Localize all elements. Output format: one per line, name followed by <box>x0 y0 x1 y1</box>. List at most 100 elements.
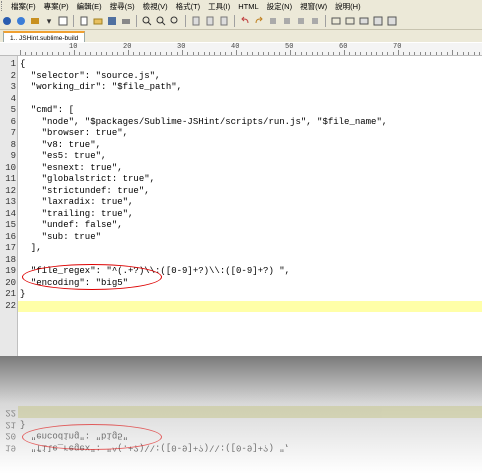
redo-icon[interactable] <box>253 15 265 27</box>
ruler-tick <box>468 52 470 55</box>
code-line[interactable]: 14 "trailing: true", <box>0 209 482 221</box>
menu-help[interactable]: 說明(H) <box>331 1 364 12</box>
editor[interactable]: 1{2 "selector": "source.js", 3 "working_d… <box>0 56 482 356</box>
reflection-annotation-circle <box>22 424 162 450</box>
open-folder-icon[interactable] <box>92 15 104 27</box>
ruler-label: 60 <box>339 43 348 51</box>
menu-settings[interactable]: 設定(N) <box>263 1 296 12</box>
menu-tools[interactable]: 工具(I) <box>204 1 234 12</box>
paste-icon[interactable] <box>295 15 307 27</box>
indent-icon[interactable] <box>204 15 216 27</box>
find-replace-icon[interactable] <box>155 15 167 27</box>
ruler-label: 50 <box>285 43 294 51</box>
ruler-tick <box>435 52 437 55</box>
code-line[interactable]: 7 "browser: true", <box>0 128 482 140</box>
undo-icon[interactable] <box>239 15 251 27</box>
code-text: "es5: true", <box>20 151 107 161</box>
line-numbers-icon[interactable] <box>344 15 356 27</box>
find-icon[interactable] <box>141 15 153 27</box>
ruler-tick <box>198 52 200 55</box>
find-next-icon[interactable] <box>169 15 181 27</box>
cut-icon[interactable] <box>267 15 279 27</box>
code-line[interactable]: 5 "cmd": [ <box>0 105 482 117</box>
code-line[interactable]: 1{ <box>0 59 482 71</box>
menu-edit[interactable]: 編輯(E) <box>73 1 106 12</box>
annotation-circle <box>22 264 162 290</box>
dropdown-icon[interactable]: ▾ <box>43 15 55 27</box>
menu-file[interactable]: 檔案(F) <box>7 1 40 12</box>
toolbar-separator <box>234 14 235 27</box>
code-line[interactable]: 10 "esnext: true", <box>0 163 482 175</box>
ruler-tick <box>441 52 443 55</box>
ruler-tick <box>446 52 448 55</box>
browser-icon[interactable] <box>386 15 398 27</box>
line-number: 18 <box>5 254 16 265</box>
code-line[interactable]: 11 "globalstrict: true", <box>0 174 482 186</box>
open-icon[interactable] <box>15 15 27 27</box>
code-line[interactable]: 4 <box>0 94 482 106</box>
list-icon[interactable] <box>218 15 230 27</box>
ruler-tick <box>371 52 372 55</box>
code-line[interactable]: 12 "strictundef: true", <box>0 186 482 198</box>
ruler-tick <box>462 52 464 55</box>
ruler-label: 30 <box>177 43 186 51</box>
bookmark-icon[interactable] <box>190 15 202 27</box>
ruler-tick <box>376 52 378 55</box>
highlight-icon[interactable] <box>372 15 384 27</box>
code-text: "sub: true" <box>20 231 102 242</box>
ruler-tick <box>403 52 405 55</box>
code-line[interactable]: 9 "es5: true", <box>0 151 482 163</box>
ruler-tick <box>57 52 59 55</box>
code-text: "laxradix: true", <box>20 197 134 207</box>
line-number: 5 <box>10 105 16 115</box>
ruler-tick <box>408 52 410 55</box>
ruler-tick <box>246 52 248 55</box>
menu-search[interactable]: 搜尋(S) <box>106 1 139 12</box>
toolbar-separator <box>325 14 326 27</box>
code-line[interactable]: 21} <box>0 289 482 301</box>
new-file-icon[interactable] <box>1 15 13 27</box>
ruler-tick <box>20 50 21 55</box>
ruler-tick <box>52 52 54 55</box>
save-disk-icon[interactable] <box>106 15 118 27</box>
menu-html[interactable]: HTML <box>234 2 262 11</box>
copy-icon[interactable] <box>281 15 293 27</box>
save-icon[interactable] <box>29 15 41 27</box>
line-number: 6 <box>10 116 16 127</box>
code-line[interactable]: 17 ], <box>0 243 482 255</box>
menu-project[interactable]: 專案(P) <box>40 1 73 12</box>
code-line[interactable]: 16 "sub: true" <box>0 232 482 244</box>
code-line[interactable]: 3 "working_dir": "$file_path", <box>0 82 482 94</box>
ruler-label: 70 <box>393 43 402 51</box>
code-line[interactable]: 8 "v8: true", <box>0 140 482 152</box>
ruler-tick <box>176 52 178 55</box>
new-icon[interactable] <box>78 15 90 27</box>
code-line[interactable]: 13 "laxradix: true", <box>0 197 482 209</box>
tab-icon[interactable] <box>57 15 69 27</box>
ruler-tick <box>279 52 281 55</box>
ruler-tick <box>230 52 232 55</box>
code-text: } <box>20 289 26 299</box>
code-line[interactable]: 6 "node", "$packages/Sublime-JSHint/scri… <box>0 117 482 129</box>
ruler-icon[interactable] <box>358 15 370 27</box>
reflected-line-number: 20 <box>5 430 16 441</box>
ruler-tick <box>47 52 48 55</box>
menu-format[interactable]: 格式(T) <box>172 1 205 12</box>
print-icon[interactable] <box>120 15 132 27</box>
code-text: "undef: false", <box>20 220 123 230</box>
line-number: 12 <box>5 185 16 196</box>
tab-jshint-sublime-build[interactable]: 1.. JSHint.sublime-build <box>3 31 86 42</box>
ruler-tick <box>354 52 356 55</box>
ruler-tick <box>171 52 173 55</box>
code-line[interactable]: 15 "undef: false", <box>0 220 482 232</box>
line-number: 1 <box>10 59 16 69</box>
menu-view[interactable]: 檢視(V) <box>139 1 172 12</box>
code-line[interactable]: 22 <box>0 300 482 312</box>
word-wrap-icon[interactable] <box>330 15 342 27</box>
delete-icon[interactable] <box>309 15 321 27</box>
code-text: "browser: true", <box>20 128 129 138</box>
menu-window[interactable]: 視窗(W) <box>296 1 331 12</box>
ruler-tick <box>268 52 270 55</box>
ruler-tick <box>322 52 324 55</box>
code-line[interactable]: 2 "selector": "source.js", <box>0 71 482 83</box>
